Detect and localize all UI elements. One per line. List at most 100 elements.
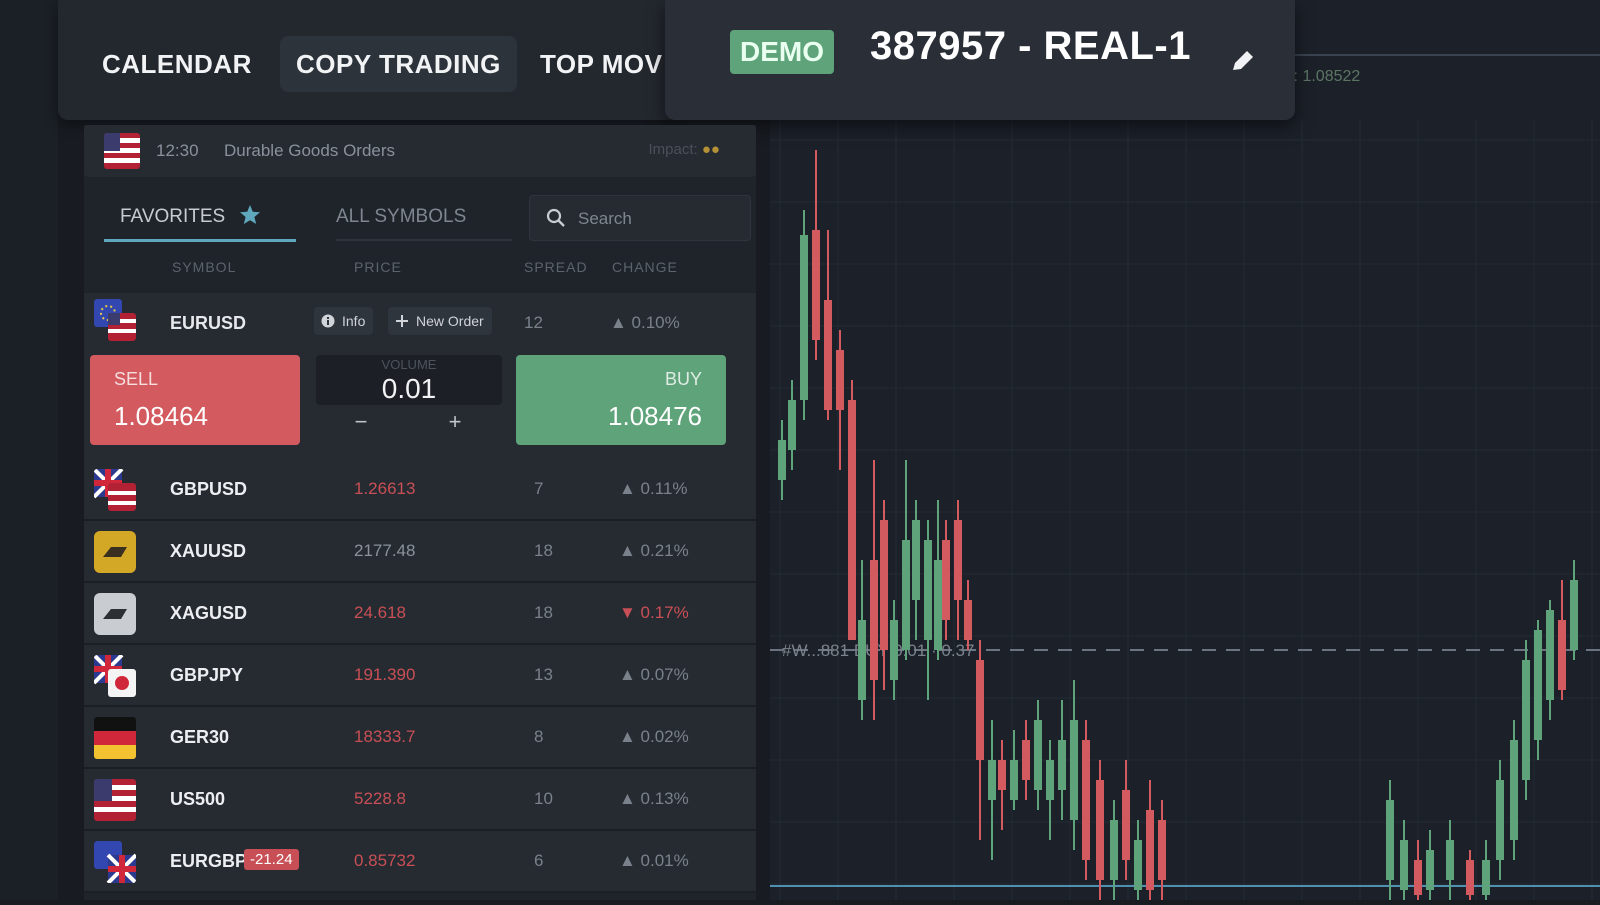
row-symbol: GER30 bbox=[170, 727, 230, 747]
column-header-symbol: SYMBOL bbox=[172, 259, 237, 275]
volume-increase-button[interactable]: + bbox=[440, 409, 470, 435]
info-icon bbox=[321, 314, 335, 328]
germany-flag-icon bbox=[94, 717, 136, 759]
candle-body bbox=[848, 400, 856, 640]
new-order-label: New Order bbox=[416, 313, 484, 329]
search-placeholder: Search bbox=[578, 209, 632, 228]
tab-calendar[interactable]: CALENDAR bbox=[86, 36, 268, 92]
candle-body bbox=[1482, 860, 1490, 895]
account-id: 387957 - REAL-1 bbox=[870, 24, 1191, 68]
candle-body bbox=[1534, 630, 1542, 740]
column-header-price: PRICE bbox=[354, 259, 402, 275]
row-symbol: GBPUSD bbox=[170, 479, 248, 499]
row-symbol: XAGUSD bbox=[170, 603, 248, 623]
candle-body bbox=[1096, 780, 1104, 880]
sell-button[interactable]: SELL 1.08464 bbox=[90, 355, 300, 445]
column-header-spread: SPREAD bbox=[524, 259, 588, 275]
event-time: 12:30 bbox=[156, 141, 199, 160]
row-spread: 10 bbox=[534, 789, 553, 808]
table-row-us500[interactable]: US500 5228.8 10 ▲ 0.13% bbox=[84, 769, 756, 831]
row-change: ▲ 0.01% bbox=[619, 851, 689, 870]
row-price: 5228.8 bbox=[354, 789, 406, 808]
candle-body bbox=[954, 520, 962, 600]
table-row-gbpjpy[interactable]: GBPJPY 191.390 13 ▲ 0.07% bbox=[84, 645, 756, 707]
row-price: 0.85732 bbox=[354, 851, 416, 870]
row-change: ▲ 0.07% bbox=[619, 665, 689, 684]
candle-body bbox=[912, 520, 920, 600]
symbol-name: EURUSD bbox=[170, 313, 247, 333]
new-order-button[interactable]: New Order bbox=[388, 307, 492, 335]
table-row-xauusd[interactable]: XAUUSD 2177.48 18 ▲ 0.21% bbox=[84, 521, 756, 583]
buy-button[interactable]: BUY 1.08476 bbox=[516, 355, 726, 445]
row-price: 2177.48 bbox=[354, 541, 416, 560]
candle-body bbox=[1110, 820, 1118, 880]
sell-label: SELL bbox=[114, 369, 159, 389]
info-button[interactable]: Info bbox=[314, 307, 374, 335]
expanded-symbol-row[interactable]: EURUSD Info New Order 12 ▲ 0.10% SELL 1.… bbox=[84, 293, 756, 459]
table-row-gbpusd[interactable]: GBPUSD 1.26613 7 ▲ 0.11% bbox=[84, 459, 756, 521]
buy-price: 1.08476 bbox=[608, 401, 702, 431]
eu-us-flag-icon bbox=[94, 299, 136, 341]
chart-canvas[interactable]: #W...881 BUY 0.01 · 0.37 bbox=[770, 0, 1600, 900]
event-impact: Impact: ●● bbox=[649, 141, 720, 158]
row-spread: 6 bbox=[534, 851, 544, 870]
uk-us-flag-icon bbox=[94, 469, 136, 511]
uk-japan-flag-icon bbox=[94, 655, 136, 697]
pencil-edit-icon[interactable] bbox=[1230, 48, 1256, 74]
volume-field[interactable]: VOLUME 0.01 bbox=[316, 355, 502, 405]
candle-body bbox=[778, 440, 786, 480]
candle-body bbox=[788, 400, 796, 450]
row-spread: 18 bbox=[534, 541, 553, 560]
volume-decrease-button[interactable]: − bbox=[346, 409, 376, 435]
table-row-xagusd[interactable]: XAGUSD 24.618 18 ▼ 0.17% bbox=[84, 583, 756, 645]
row-symbol: GBPJPY bbox=[170, 665, 244, 685]
top-navigation: CALENDAR COPY TRADING TOP MOV bbox=[58, 0, 678, 120]
candle-body bbox=[1046, 760, 1054, 800]
candle-body bbox=[1446, 840, 1454, 880]
candle-body bbox=[800, 235, 808, 400]
economic-event-bar[interactable]: 12:30 Durable Goods Orders Impact: ●● bbox=[84, 125, 756, 177]
impact-label: Impact: bbox=[648, 141, 698, 158]
candle-body bbox=[858, 620, 866, 700]
eu-uk-flag-icon bbox=[94, 841, 136, 883]
gold-bar-icon bbox=[94, 531, 136, 573]
candle-body bbox=[1058, 740, 1066, 790]
row-change: ▲ 0.02% bbox=[619, 727, 689, 746]
table-row-eurgbp[interactable]: EURGBP -21.24 0.85732 6 ▲ 0.01% bbox=[84, 831, 756, 893]
candle-body bbox=[964, 600, 972, 640]
row-symbol: US500 bbox=[170, 789, 226, 809]
favorites-label: FAVORITES bbox=[120, 206, 226, 227]
candle-body bbox=[942, 540, 950, 620]
candle-body bbox=[1558, 620, 1566, 690]
candle-body bbox=[1546, 610, 1554, 700]
row-symbol: EURGBP bbox=[170, 851, 248, 871]
symbol-search[interactable]: Search bbox=[529, 195, 751, 241]
candle-body bbox=[824, 300, 832, 410]
candle-body bbox=[1034, 720, 1042, 790]
candle-body bbox=[988, 760, 996, 800]
row-spread: 8 bbox=[534, 727, 544, 746]
star-icon bbox=[239, 205, 260, 224]
info-label: Info bbox=[342, 313, 366, 329]
candle-body bbox=[1134, 840, 1142, 890]
price-chart[interactable]: #W...881 BUY 0.01 · 0.37 bbox=[770, 0, 1600, 900]
us-flag-icon bbox=[104, 133, 140, 169]
row-price: 24.618 bbox=[354, 603, 406, 622]
event-name: Durable Goods Orders bbox=[224, 141, 396, 160]
candle-body bbox=[1146, 810, 1154, 890]
impact-level: ●● bbox=[701, 141, 720, 158]
candle-body bbox=[812, 230, 820, 340]
tab-all-symbols[interactable]: ALL SYMBOLS bbox=[336, 195, 512, 241]
tab-favorites[interactable]: FAVORITES bbox=[104, 195, 296, 242]
candle-body bbox=[902, 540, 910, 650]
row-price: 191.390 bbox=[354, 665, 416, 684]
row-symbol: XAUUSD bbox=[170, 541, 247, 561]
candle-body bbox=[1070, 720, 1078, 820]
tab-top-movers[interactable]: TOP MOV bbox=[524, 36, 676, 92]
candle-body bbox=[836, 350, 844, 410]
account-selector[interactable]: DEMO 387957 - REAL-1 bbox=[665, 0, 1295, 120]
table-row-ger30[interactable]: GER30 18333.7 8 ▲ 0.02% bbox=[84, 707, 756, 769]
tab-copy-trading[interactable]: COPY TRADING bbox=[280, 36, 517, 92]
row-spread: 13 bbox=[534, 665, 553, 684]
row-spread: 7 bbox=[534, 479, 544, 498]
